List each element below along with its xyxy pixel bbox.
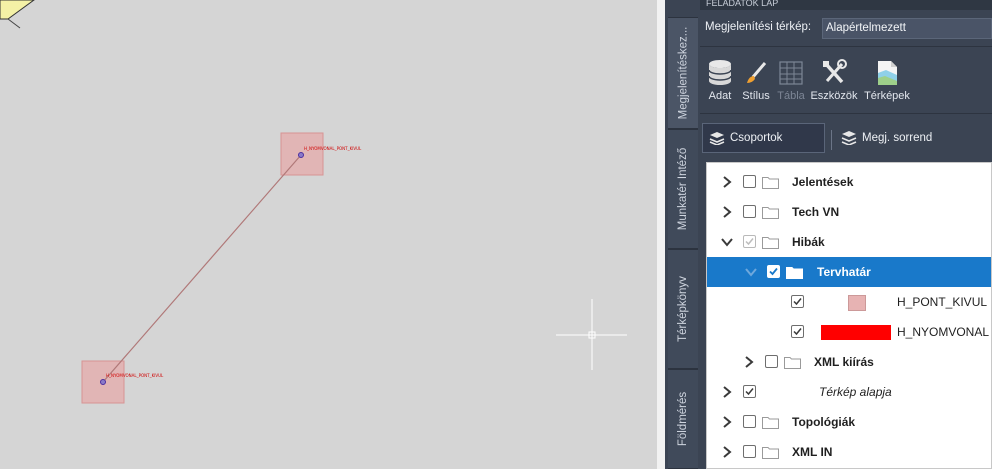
map-canvas[interactable]: H_NYOMVONAL_PONT_KIVUL H_NYOMVONAL_PONT_… (0, 0, 665, 469)
draw-order-icon (841, 131, 857, 145)
table-icon (779, 61, 803, 85)
folder-icon (786, 267, 803, 279)
tree-row-hibak[interactable]: Hibák (707, 227, 991, 257)
tab-label: Földmérés (677, 391, 690, 447)
groups-icon (709, 132, 725, 145)
route-line (102, 154, 302, 383)
chevron-right-icon[interactable] (743, 356, 755, 368)
task-pane: Megjelenítéskez... Munkatér Intéző Térké… (665, 0, 992, 469)
visibility-checkbox[interactable] (743, 385, 756, 398)
tree-row-label: Hibák (792, 235, 825, 249)
style-swatch[interactable] (848, 295, 866, 311)
tools-icon (823, 59, 847, 84)
tree-row-label: Topológiák (792, 415, 856, 429)
data-button[interactable]: Adat (704, 59, 736, 109)
style-swatch[interactable] (821, 325, 891, 340)
tab-label: Térképkönyv (677, 276, 689, 342)
chevron-right-icon[interactable] (721, 446, 733, 458)
point-label-bottom: H_NYOMVONAL_PONT_KIVUL (106, 373, 164, 378)
tree-row-tervhatar[interactable]: Tervhatár (707, 257, 991, 287)
tree-row-label: XML IN (792, 445, 833, 459)
tab-separator (831, 130, 832, 150)
tree-row-label: XML kiírás (814, 355, 874, 369)
visibility-checkbox[interactable] (767, 265, 780, 278)
tab-map-book[interactable]: Térképkönyv (668, 249, 698, 369)
yellow-parcel-corner (0, 0, 35, 20)
vertical-tab-strip: Megjelenítéskez... Munkatér Intéző Térké… (665, 0, 700, 469)
database-icon (708, 60, 732, 85)
tree-row-label: Jelentések (792, 175, 854, 189)
tree-row-topologiak[interactable]: Topológiák (707, 407, 991, 437)
draw-order-tab-label: Megj. sorrend (862, 132, 933, 144)
layer-tree: Jelentések Tech VN Hibák Tervhatár H_PON… (706, 162, 992, 469)
groups-tab[interactable]: Csoportok (702, 123, 825, 153)
visibility-checkbox[interactable] (765, 355, 778, 368)
tree-row-h-pont-kivul[interactable]: H_PONT_KIVUL (707, 287, 991, 317)
display-map-row: Megjelenítési térkép: Alapértelmezett (700, 14, 992, 42)
chevron-down-icon[interactable] (745, 266, 757, 278)
visibility-checkbox[interactable] (743, 175, 756, 188)
chevron-right-icon[interactable] (721, 176, 733, 188)
visibility-checkbox[interactable] (743, 415, 756, 428)
folder-icon (762, 237, 779, 249)
tools-button[interactable]: Eszközök (808, 59, 860, 109)
maps-button-label: Térképek (864, 90, 910, 102)
tree-row-xml-kiiras[interactable]: XML kiírás (707, 347, 991, 377)
tree-row-tech-vn[interactable]: Tech VN (707, 197, 991, 227)
visibility-checkbox[interactable] (791, 295, 804, 308)
tools-button-label: Eszközök (810, 90, 858, 102)
point-label-top: H_NYOMVONAL_PONT_KIVUL (304, 146, 362, 151)
visibility-checkbox[interactable] (743, 205, 756, 218)
data-button-label: Adat (708, 90, 732, 102)
style-button[interactable]: Stílus (738, 59, 774, 109)
brush-icon (747, 62, 767, 83)
chevron-right-icon[interactable] (721, 206, 733, 218)
maps-button[interactable]: Térképek (861, 59, 913, 109)
visibility-checkbox[interactable] (791, 325, 804, 338)
tree-row-label: Tech VN (792, 205, 840, 219)
tab-survey[interactable]: Földmérés (668, 369, 698, 469)
route-vertex-top (298, 152, 304, 158)
folder-icon (762, 417, 779, 429)
tree-row-label: H_NYOMVONAL (897, 325, 990, 339)
groups-tab-label: Csoportok (730, 132, 783, 144)
tree-row-h-nyomvonal[interactable]: H_NYOMVONAL (707, 317, 991, 347)
chevron-right-icon[interactable] (721, 386, 733, 398)
tree-row-terkep-alapja[interactable]: Térkép alapja (707, 377, 991, 407)
visibility-checkbox[interactable] (743, 445, 756, 458)
table-button[interactable]: Tábla (775, 59, 807, 109)
tree-row-label: Térkép alapja (819, 385, 892, 399)
folder-icon (762, 447, 779, 459)
chevron-right-icon[interactable] (721, 416, 733, 428)
style-button-label: Stílus (742, 90, 770, 102)
map-drawing (0, 0, 627, 404)
folder-icon (784, 357, 801, 369)
chevron-down-icon[interactable] (721, 236, 733, 248)
toolbar-ribbon: Adat Stílus Tábla Eszközök Térképek (700, 46, 992, 114)
display-map-select[interactable]: Alapértelmezett (822, 18, 992, 39)
tab-workspace[interactable]: Munkatér Intéző (668, 129, 698, 249)
folder-icon (762, 207, 779, 219)
route-vertex-bottom (100, 379, 106, 385)
panel-title: FELADATOK LAP (700, 0, 992, 10)
folder-icon (762, 177, 779, 189)
tree-view-tabs: Csoportok Megj. sorrend (700, 118, 992, 162)
tab-label: Megjelenítéskez... (677, 26, 689, 120)
maps-icon (878, 61, 897, 85)
crosshair-cursor (556, 299, 627, 370)
tree-row-label: H_PONT_KIVUL (897, 295, 988, 309)
canvas-border (657, 0, 665, 469)
tree-row-xml-in[interactable]: XML IN (707, 437, 991, 467)
corner-line (7, 18, 21, 29)
table-button-label: Tábla (777, 90, 805, 102)
tab-label: Munkatér Intéző (677, 147, 689, 231)
display-map-label: Megjelenítési térkép: (705, 21, 812, 33)
visibility-checkbox[interactable] (743, 235, 756, 248)
tab-display-manager[interactable]: Megjelenítéskez... (668, 17, 698, 129)
draw-order-tab[interactable]: Megj. sorrend (841, 123, 932, 153)
tree-row-jelentesek[interactable]: Jelentések (707, 167, 991, 197)
tree-row-label: Tervhatár (817, 265, 871, 279)
